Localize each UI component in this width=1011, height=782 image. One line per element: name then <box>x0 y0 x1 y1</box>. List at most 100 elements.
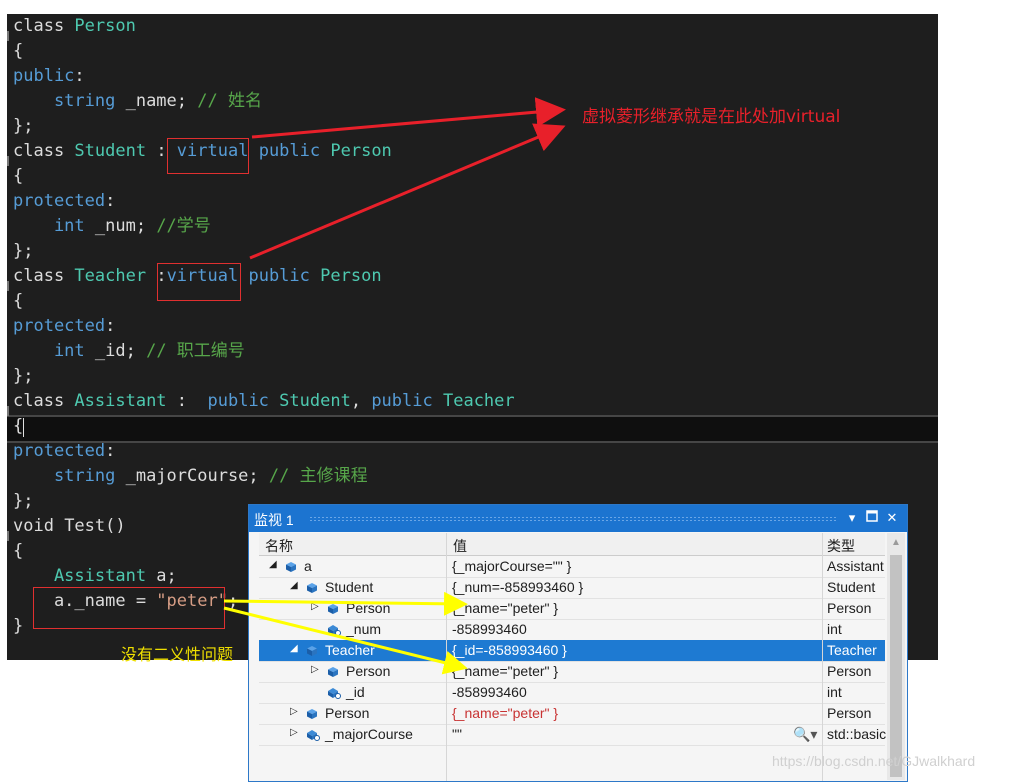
header-type[interactable]: 类型 <box>827 536 855 556</box>
fold-marker-icon[interactable] <box>7 406 9 416</box>
watch-type-cell: int <box>827 684 842 700</box>
watch-title: 监视 1 <box>254 512 294 528</box>
header-value[interactable]: 值 <box>453 536 467 556</box>
watch-row[interactable]: ▷ Person {_name="peter" } Person <box>259 661 885 683</box>
code-line[interactable]: { <box>13 164 23 189</box>
watch-value-cell[interactable]: {_id=-858993460 } <box>452 642 567 658</box>
code-line[interactable]: int _id; // 职工编号 <box>13 339 245 364</box>
watch-name-cell[interactable]: a <box>304 558 312 574</box>
code-token: { <box>13 291 24 311</box>
code-token: }; <box>13 116 34 136</box>
fold-marker-icon[interactable] <box>7 31 9 41</box>
watch-row[interactable]: _num -858993460 int <box>259 619 885 641</box>
watch-row[interactable]: ◢ Teacher {_id=-858993460 } Teacher <box>259 640 885 662</box>
code-line[interactable]: class Person <box>13 14 136 39</box>
watch-name-cell[interactable]: _num <box>346 621 381 637</box>
code-line[interactable]: string _majorCourse; // 主修课程 <box>13 464 368 489</box>
close-icon[interactable]: ✕ <box>883 509 901 527</box>
watch-name-cell[interactable]: Person <box>346 663 390 679</box>
search-icon[interactable]: 🔍▾ <box>793 726 817 743</box>
code-token: , <box>350 391 372 411</box>
fold-marker-icon[interactable] <box>7 281 9 291</box>
watch-scrollbar[interactable]: ▲ <box>887 533 905 780</box>
watch-name-cell[interactable]: Person <box>325 705 369 721</box>
code-line[interactable]: class Assistant : public Student, public… <box>13 389 515 414</box>
watch-value-cell[interactable]: -858993460 <box>452 621 527 637</box>
expand-triangle-icon[interactable]: ▷ <box>290 706 298 717</box>
code-token: // 姓名 <box>197 91 262 111</box>
code-line[interactable]: protected: <box>13 189 115 214</box>
code-token: public <box>371 391 433 411</box>
collapse-triangle-icon[interactable]: ◢ <box>290 643 298 654</box>
scroll-up-icon[interactable]: ▲ <box>891 537 901 548</box>
code-token: _name; <box>115 91 198 111</box>
watch-name-cell[interactable]: Student <box>325 579 373 595</box>
code-token: : <box>105 191 116 211</box>
expand-triangle-icon[interactable]: ▷ <box>311 601 319 612</box>
code-token: protected <box>13 441 106 461</box>
watch-titlebar[interactable]: 监视 1 ▾ ✕ <box>249 505 907 532</box>
fold-marker-icon[interactable] <box>7 531 9 541</box>
column-divider[interactable] <box>822 533 823 781</box>
titlebar-grip[interactable] <box>309 516 837 522</box>
collapse-triangle-icon[interactable]: ◢ <box>290 580 298 591</box>
code-token: public <box>258 141 321 161</box>
code-token: Person <box>320 266 382 286</box>
code-line[interactable]: void Test() <box>13 514 126 539</box>
code-line[interactable]: public: <box>13 64 85 89</box>
virtual-annotation-text: 虚拟菱形继承就是在此处加virtual <box>582 107 841 127</box>
expand-triangle-icon[interactable]: ▷ <box>290 727 298 738</box>
header-name[interactable]: 名称 <box>265 536 293 556</box>
code-line[interactable]: } <box>13 614 23 639</box>
code-line[interactable]: Assistant a; <box>13 564 177 589</box>
code-line[interactable]: }; <box>13 489 33 514</box>
maximize-icon[interactable] <box>863 509 881 527</box>
watch-name-cell[interactable]: _id <box>346 684 365 700</box>
watch-name-cell[interactable]: _majorCourse <box>325 726 413 742</box>
fold-marker-icon[interactable] <box>7 156 9 166</box>
watch-row[interactable]: ◢ Student {_num=-858993460 } Student <box>259 577 885 599</box>
code-line[interactable]: { <box>13 289 23 314</box>
code-line[interactable]: { <box>13 39 23 64</box>
code-token: class <box>13 391 75 411</box>
code-line[interactable]: { <box>13 539 23 564</box>
expand-triangle-icon[interactable]: ▷ <box>311 664 319 675</box>
current-line-highlight <box>7 415 938 443</box>
code-line[interactable]: }; <box>13 239 33 264</box>
code-line[interactable]: }; <box>13 364 33 389</box>
code-token: _majorCourse; <box>115 466 269 486</box>
watch-row[interactable]: ▷ Person {_name="peter" } Person <box>259 703 885 725</box>
watch-row[interactable]: ▷ _majorCourse "" 🔍▾ std::basic <box>259 724 886 746</box>
watch-row[interactable]: ◢ a {_majorCourse="" } Assistant <box>259 556 885 578</box>
code-line[interactable]: int _num; //学号 <box>13 214 211 239</box>
code-token: void <box>13 516 65 536</box>
watch-value-cell[interactable]: {_majorCourse="" } <box>452 558 571 574</box>
code-token: // 职工编号 <box>146 341 245 361</box>
column-divider[interactable] <box>446 533 447 781</box>
code-token: { <box>13 416 24 436</box>
watch-row[interactable]: _id -858993460 int <box>259 682 885 704</box>
watch-value-cell[interactable]: {_name="peter" } <box>452 663 558 679</box>
code-line[interactable]: string _name; // 姓名 <box>13 89 262 114</box>
scroll-thumb[interactable] <box>890 555 902 777</box>
code-token: ; <box>227 591 239 611</box>
code-line[interactable]: protected: <box>13 314 115 339</box>
watch-value-cell[interactable]: {_num=-858993460 } <box>452 579 583 595</box>
watch-value-cell[interactable]: "" <box>452 726 462 742</box>
watch-window[interactable]: 监视 1 ▾ ✕ 名称 值 类型 ◢ a {_majorCourse="" } Ass… <box>248 504 908 782</box>
collapse-triangle-icon[interactable]: ◢ <box>269 559 277 570</box>
watch-name-cell[interactable]: Teacher <box>325 642 375 658</box>
watch-value-cell[interactable]: {_name="peter" } <box>452 705 558 721</box>
code-line[interactable]: }; <box>13 114 33 139</box>
dropdown-icon[interactable]: ▾ <box>843 509 861 527</box>
watch-value-cell[interactable]: -858993460 <box>452 684 527 700</box>
watch-name-cell[interactable]: Person <box>346 600 390 616</box>
code-line[interactable]: { <box>13 414 23 439</box>
code-token: { <box>13 541 24 561</box>
code-token: : <box>166 391 208 411</box>
watch-row[interactable]: ▷ Person {_name="peter" } Person <box>259 598 885 620</box>
watch-type-cell: Person <box>827 600 872 616</box>
watch-value-cell[interactable]: {_name="peter" } <box>452 600 558 616</box>
code-line[interactable]: protected: <box>13 439 115 464</box>
